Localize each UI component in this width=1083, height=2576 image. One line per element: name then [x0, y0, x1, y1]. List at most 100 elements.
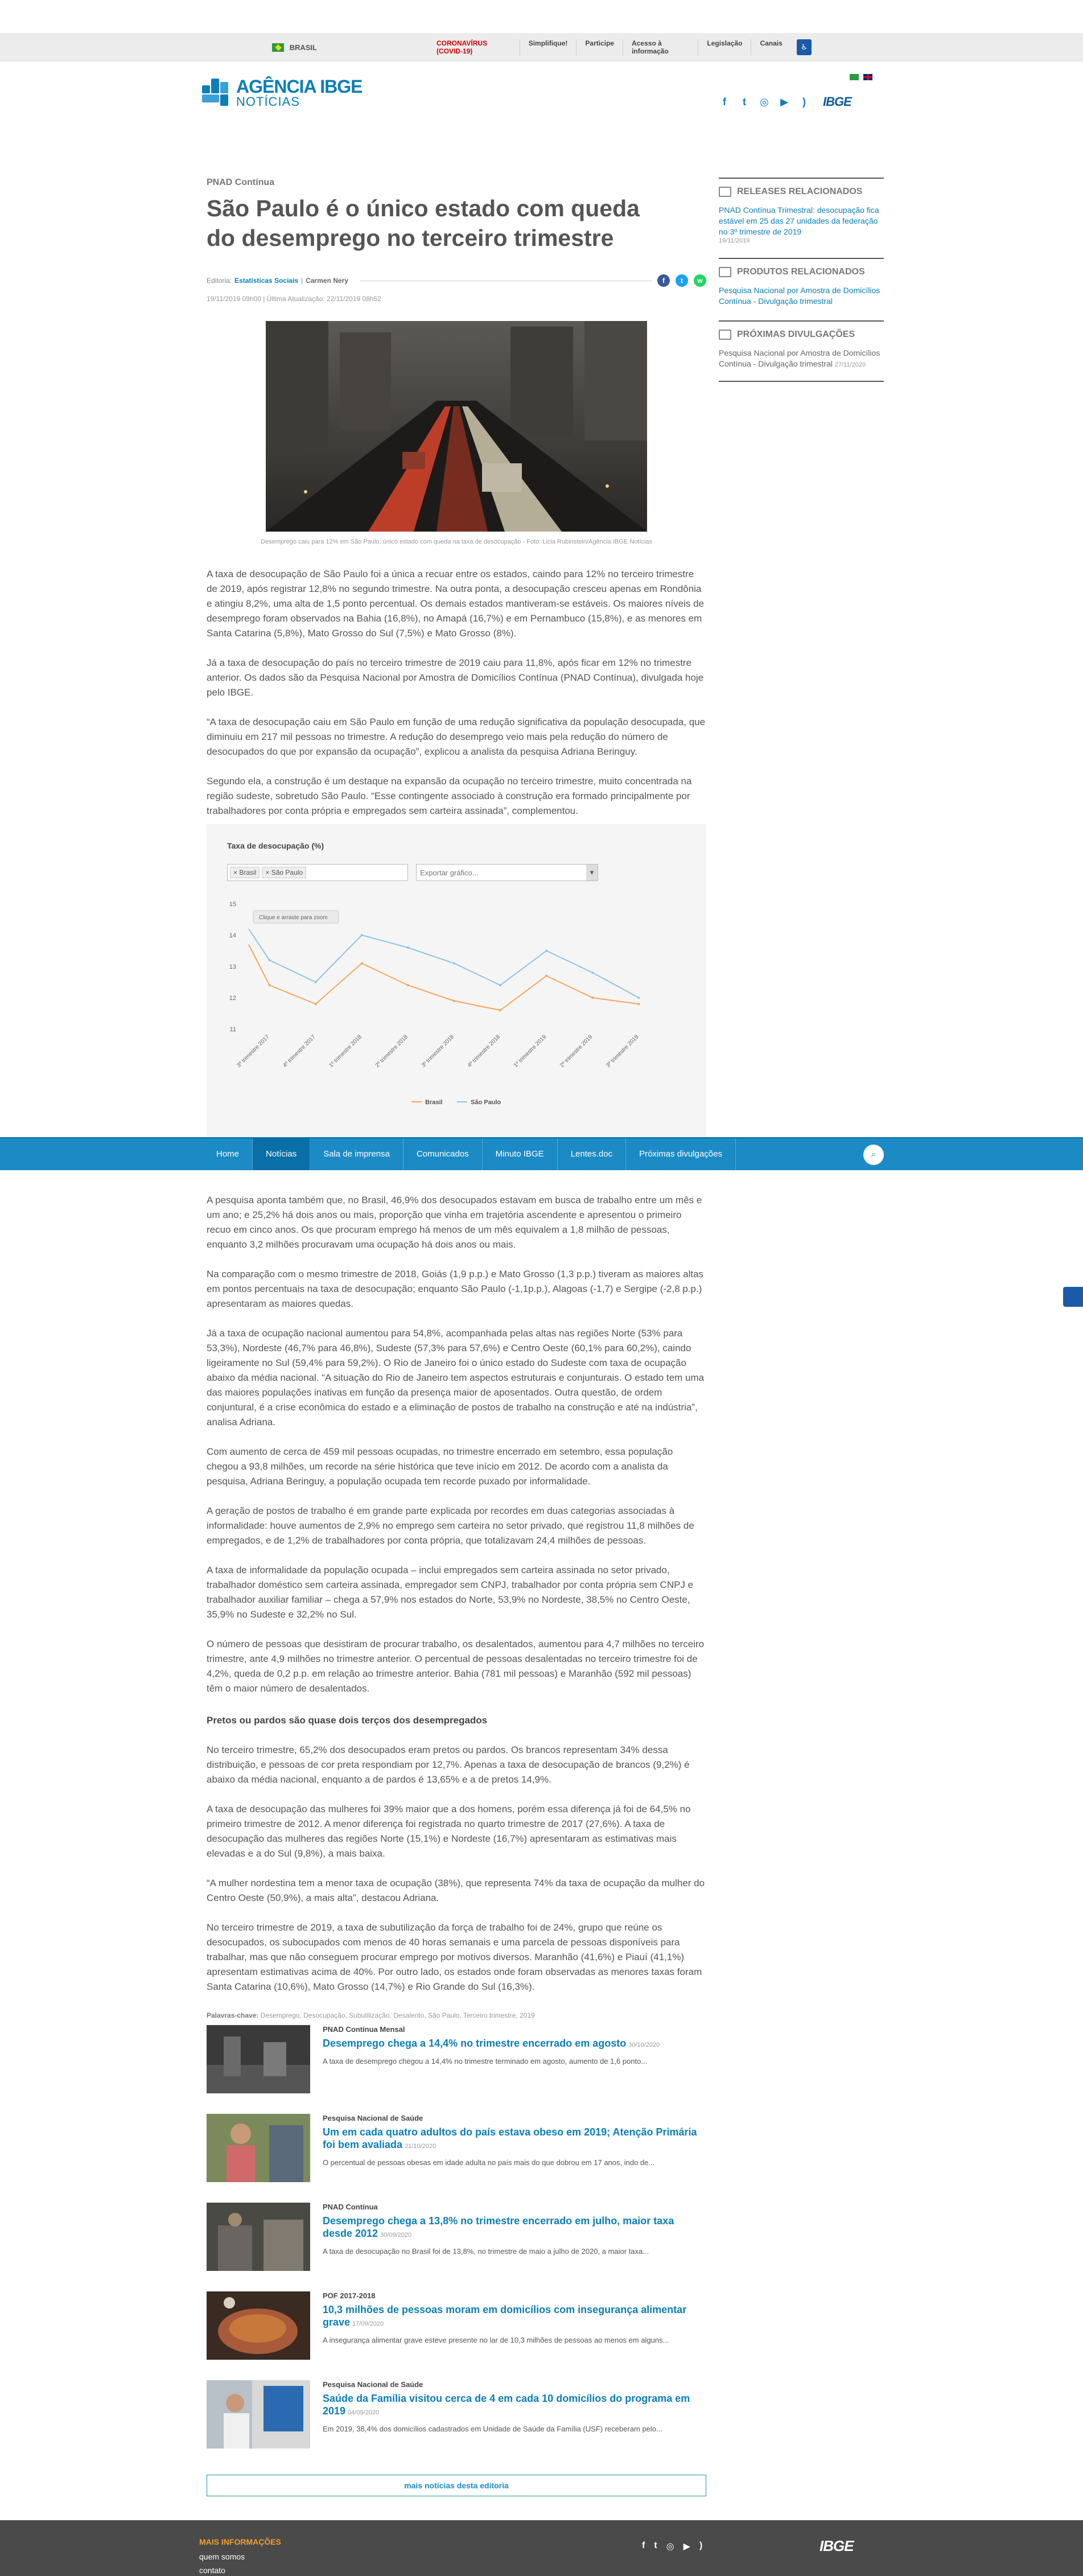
keywords-list[interactable]: Desemprego, Desocupação, Subutilização, … [261, 2011, 535, 2019]
nav-home[interactable]: Home [203, 1138, 253, 1170]
article-paragraph: No terceiro trimestre, 65,2% dos desocup… [207, 1744, 690, 1785]
series-selector[interactable]: × Brasil × São Paulo [227, 864, 408, 881]
related-item[interactable]: POF 2017-2018 10,3 milhões de pessoas mo… [207, 2291, 706, 2360]
accessibility-float-icon[interactable] [1063, 1287, 1083, 1307]
data-point [453, 962, 455, 965]
products-box: PRODUTOS RELACIONADOS Pesquisa Nacional … [719, 258, 884, 307]
related-thumbnail[interactable] [207, 2291, 310, 2360]
related-item[interactable]: PNAD Contínua Desemprego chega a 13,8% n… [207, 2203, 706, 2271]
x-tick-label: 3º trimestre 2017 [236, 1034, 271, 1069]
related-kicker: PNAD Contínua Mensal [323, 2025, 405, 2034]
instagram-icon[interactable]: ◎ [666, 2541, 674, 2552]
simplifique-link[interactable]: Simplifique! [519, 39, 576, 55]
x-tick-label: 3º trimestre 2019 [605, 1034, 640, 1069]
acesso-informacao-link[interactable]: Acesso à informação [623, 39, 698, 55]
facebook-icon[interactable]: f [642, 2541, 645, 2552]
x-tick-label: 2º trimestre 2018 [374, 1034, 410, 1069]
nav-lentes-doc[interactable]: Lentes.doc [558, 1138, 627, 1170]
related-thumbnail[interactable] [207, 2025, 310, 2093]
next-release-date: 27/11/2020 [834, 361, 866, 368]
release-link[interactable]: PNAD Contínua Trimestral: desocupação fi… [719, 205, 884, 237]
covid-link[interactable]: CORONAVÍRUS (COVID-19) [428, 39, 520, 55]
facebook-icon[interactable]: f [719, 96, 730, 108]
x-tick-label: 2º trimestre 2019 [559, 1034, 594, 1069]
footer-quem-somos[interactable]: quem somos [199, 2552, 245, 2561]
ibge-brand[interactable]: IBGE [823, 94, 852, 109]
editoria-link[interactable]: Estatísticas Sociais [234, 277, 298, 285]
related-desc: Em 2019, 38,4% dos domicílios cadastrado… [323, 2425, 662, 2433]
brasil-link[interactable]: BRASIL [290, 43, 317, 52]
export-chart-select[interactable]: Exportar gráfico... [416, 864, 598, 881]
related-item[interactable]: PNAD Contínua Mensal Desemprego chega a … [207, 2025, 706, 2093]
legislacao-link[interactable]: Legislação [698, 39, 751, 55]
article-section[interactable]: PNAD Contínua [207, 178, 706, 188]
related-thumbnail[interactable] [207, 2380, 310, 2449]
accessibility-icon[interactable]: ♿ [796, 39, 812, 55]
related-title[interactable]: Desemprego chega a 14,4% no trimestre en… [323, 2037, 706, 2051]
agencia-ibge-logo[interactable]: AGÊNCIA IBGE NOTÍCIAS [202, 77, 363, 108]
calendar-icon [719, 330, 731, 340]
y-tick-label: 13 [229, 964, 236, 970]
related-thumbnail[interactable] [207, 2203, 310, 2271]
unemployment-chart: Taxa de desocupação (%) × Brasil × São P… [207, 824, 706, 1137]
gov-links: CORONAVÍRUS (COVID-19) Simplifique! Part… [428, 39, 791, 55]
related-item[interactable]: Pesquisa Nacional de Saúde Saúde da Famí… [207, 2380, 706, 2449]
nav-comunicados[interactable]: Comunicados [403, 1138, 483, 1170]
instagram-icon[interactable]: ◎ [759, 96, 770, 108]
search-icon[interactable]: ⌕ [863, 1145, 884, 1165]
english-flag-icon[interactable] [863, 74, 872, 80]
share-whatsapp-icon[interactable]: w [694, 274, 706, 287]
series-tag-brasil[interactable]: × Brasil [230, 867, 260, 878]
article-paragraph: “A mulher nordestina tem a menor taxa de… [207, 1878, 705, 1903]
data-point [406, 984, 409, 986]
more-news-button[interactable]: mais notícias desta editoria [207, 2475, 706, 2496]
share-facebook-icon[interactable]: f [657, 274, 670, 287]
series-tag-sao-paulo[interactable]: × São Paulo [262, 867, 307, 878]
article-meta: Editoria: Estatísticas Sociais | Carmen … [207, 274, 706, 287]
brazil-flag-icon [272, 43, 284, 52]
nav-noticias[interactable]: Notícias [253, 1138, 311, 1170]
data-point [637, 1003, 640, 1005]
data-point [360, 934, 363, 936]
related-desc: A taxa de desemprego chegou a 14,4% no t… [323, 2057, 648, 2065]
related-kicker: PNAD Contínua [323, 2203, 378, 2211]
product-link[interactable]: Pesquisa Nacional por Amostra de Domicíl… [719, 285, 884, 307]
chart-plot[interactable]: 11 12 13 14 15 3º trimestre 2017 4º trimestre … [207, 887, 706, 1137]
rss-icon[interactable]: ) [699, 2541, 702, 2552]
related-title[interactable]: 10,3 milhões de pessoas moram em domicíl… [323, 2303, 706, 2330]
related-title[interactable]: Desemprego chega a 13,8% no trimestre en… [323, 2215, 706, 2241]
youtube-icon[interactable]: ▶ [779, 96, 790, 108]
footer-contato[interactable]: contato [199, 2566, 225, 2575]
data-point [499, 984, 502, 986]
article-paragraph: Segundo ela, a construção é um destaque … [207, 776, 692, 816]
canais-link[interactable]: Canais [751, 39, 790, 55]
share-twitter-icon[interactable]: t [676, 274, 688, 287]
related-kicker: Pesquisa Nacional de Saúde [323, 2114, 423, 2122]
next-releases-box: PRÓXIMAS DIVULGAÇÕES Pesquisa Nacional p… [719, 320, 884, 382]
twitter-icon[interactable]: t [654, 2541, 657, 2552]
data-point [545, 974, 548, 977]
twitter-icon[interactable]: t [739, 96, 750, 108]
nav-proximas-divulgacoes[interactable]: Próximas divulgações [626, 1138, 736, 1170]
related-title[interactable]: Saúde da Família visitou cerca de 4 em c… [323, 2392, 706, 2419]
article-figure: Desemprego caiu para 12% em São Paulo, ú… [207, 321, 706, 545]
rss-icon[interactable]: ) [798, 96, 810, 108]
article-paragraph: A pesquisa aponta também que, no Brasil,… [207, 1195, 702, 1250]
article-paragraph: A taxa de informalidade da população ocu… [207, 1565, 694, 1620]
next-title: PRÓXIMAS DIVULGAÇÕES [737, 330, 855, 339]
footer-ibge-brand[interactable]: IBGE [820, 2537, 854, 2555]
nav-minuto-ibge[interactable]: Minuto IBGE [483, 1138, 558, 1170]
article-dates: 19/11/2019 09h00 | Última Atualização: 2… [207, 295, 381, 303]
data-point [453, 999, 455, 1002]
site-header: AGÊNCIA IBGE NOTÍCIAS f t ◎ ▶ ) IBGE [0, 61, 1083, 147]
portuguese-flag-icon[interactable] [850, 74, 859, 80]
related-item[interactable]: Pesquisa Nacional de Saúde Um em cada qu… [207, 2114, 706, 2182]
related-thumbnail[interactable] [207, 2114, 310, 2182]
related-title[interactable]: Um em cada quatro adultos do país estava… [323, 2126, 706, 2153]
data-point [314, 1003, 317, 1005]
zoom-tooltip-text: Clique e arraste para zoom [259, 915, 328, 921]
participe-link[interactable]: Participe [576, 39, 623, 55]
youtube-icon[interactable]: ▶ [683, 2541, 690, 2552]
main-nav: Home Notícias Sala de imprensa Comunicad… [0, 1137, 1083, 1170]
nav-sala-imprensa[interactable]: Sala de imprensa [310, 1138, 403, 1170]
